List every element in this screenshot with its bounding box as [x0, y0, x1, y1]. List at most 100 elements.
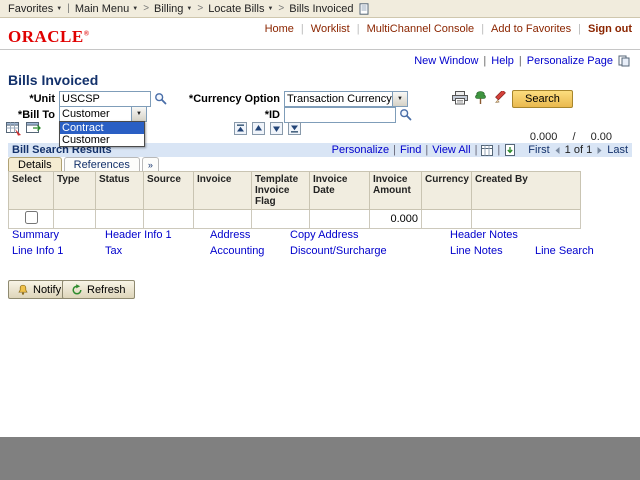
home-link[interactable]: Home	[265, 23, 294, 35]
add-to-favorites-link[interactable]: Add to Favorites	[491, 23, 571, 35]
help-link[interactable]: Help	[491, 55, 514, 67]
breadcrumb-bills-invoiced[interactable]: Bills Invoiced	[286, 3, 356, 15]
separator: |	[475, 144, 478, 156]
bills-invoiced-page: Favorites ▼ | Main Menu ▼ > Billing ▼ > …	[0, 0, 640, 437]
separator: |	[497, 144, 500, 156]
first-row-icon[interactable]	[234, 122, 247, 135]
currency-option-value: Transaction Currency	[285, 92, 392, 106]
breadcrumb-billing-label: Billing	[154, 3, 183, 15]
refresh-button[interactable]: Refresh	[62, 280, 135, 299]
page-content: *Unit *Currency Option Transaction Curre…	[0, 90, 640, 437]
tab-details[interactable]: Details	[8, 157, 62, 171]
multichannel-console-link[interactable]: MultiChannel Console	[367, 23, 475, 35]
accounting-link[interactable]: Accounting	[210, 245, 264, 257]
view-all-link[interactable]: View All	[432, 144, 470, 156]
column-header-currency: Currency	[422, 172, 472, 210]
notify-button[interactable]: Notify	[8, 280, 70, 299]
cell-source	[144, 210, 194, 229]
pager-first-link[interactable]: First	[528, 144, 549, 156]
page-title: Bills Invoiced	[0, 68, 640, 90]
cell-invoice-date	[310, 210, 370, 229]
cell-status	[96, 210, 144, 229]
plant-icon[interactable]	[474, 91, 487, 105]
tax-link[interactable]: Tax	[105, 245, 122, 257]
line-notes-link[interactable]: Line Notes	[450, 245, 503, 257]
dropdown-option-contract[interactable]: Contract	[60, 122, 144, 134]
unit-label: *Unit	[0, 93, 55, 105]
breadcrumb-locate-bills[interactable]: Locate Bills ▼	[205, 3, 276, 15]
row-select-checkbox[interactable]	[25, 211, 38, 224]
unit-input[interactable]	[59, 91, 151, 107]
id-lookup-icon[interactable]	[399, 108, 412, 121]
separator: >	[195, 3, 205, 14]
bill-to-select[interactable]: Customer ▼	[59, 106, 147, 122]
header-notes-link[interactable]: Header Notes	[450, 229, 518, 241]
last-row-icon[interactable]	[288, 122, 301, 135]
pager: First 1 of 1 Last	[528, 144, 628, 156]
signout-link[interactable]: Sign out	[588, 23, 632, 35]
column-header-status: Status	[96, 172, 144, 210]
printer-icon[interactable]	[452, 91, 468, 105]
bill-to-label: *Bill To	[0, 109, 55, 121]
next-page-icon[interactable]	[595, 146, 604, 155]
grid-settings-icon[interactable]	[6, 121, 22, 136]
summary-link[interactable]: Summary	[12, 229, 59, 241]
next-row-icon[interactable]	[270, 122, 283, 135]
chevron-down-icon: ▼	[132, 6, 138, 12]
line-info-1-link[interactable]: Line Info 1	[12, 245, 63, 257]
section-toolbar: Personalize | Find | View All | | First	[332, 144, 628, 156]
column-header-invoice: Invoice	[194, 172, 252, 210]
cell-currency	[422, 210, 472, 229]
currency-option-select[interactable]: Transaction Currency ▼	[284, 91, 408, 107]
oracle-header: ORACLE® Home | Worklist | MultiChannel C…	[0, 18, 640, 50]
id-input[interactable]	[284, 107, 396, 123]
line-search-link[interactable]: Line Search	[535, 245, 594, 257]
breadcrumb-main-menu-label: Main Menu	[75, 3, 129, 15]
currency-option-label: *Currency Option	[150, 93, 280, 105]
header-info-1-link[interactable]: Header Info 1	[105, 229, 172, 241]
browser-viewport: Favorites ▼ | Main Menu ▼ > Billing ▼ > …	[0, 0, 640, 480]
notify-label: Notify	[33, 284, 61, 296]
id-label: *ID	[200, 109, 280, 121]
address-link[interactable]: Address	[210, 229, 250, 241]
worklist-link[interactable]: Worklist	[311, 23, 350, 35]
separator: |	[483, 55, 486, 67]
personalize-link[interactable]: Personalize	[332, 144, 389, 156]
document-icon[interactable]	[359, 3, 370, 15]
discount-surcharge-link[interactable]: Discount/Surcharge	[290, 245, 387, 257]
copy-link-icon[interactable]	[618, 55, 630, 67]
cell-type	[54, 210, 96, 229]
separator: |	[425, 144, 428, 156]
chevron-down-icon: ▼	[56, 6, 62, 12]
chevron-down-icon: ▼	[267, 6, 273, 12]
copy-address-link[interactable]: Copy Address	[290, 229, 358, 241]
breadcrumb-favorites[interactable]: Favorites ▼	[5, 3, 65, 15]
pencil-icon[interactable]	[494, 91, 507, 104]
grid-header-row: Select Type Status Source Invoice Templa…	[9, 172, 581, 210]
new-window-link[interactable]: New Window	[414, 55, 478, 67]
show-all-columns-icon[interactable]: »	[142, 157, 159, 171]
breadcrumb-main-menu[interactable]: Main Menu ▼	[72, 3, 141, 15]
personalize-layout-icon[interactable]	[481, 145, 493, 156]
previous-page-icon[interactable]	[553, 146, 562, 155]
personalize-page-link[interactable]: Personalize Page	[527, 55, 613, 67]
tab-references[interactable]: References	[64, 157, 140, 171]
dropdown-option-customer[interactable]: Customer	[60, 134, 144, 146]
registered-mark: ®	[84, 29, 90, 37]
pager-last-link[interactable]: Last	[607, 144, 628, 156]
find-link[interactable]: Find	[400, 144, 421, 156]
previous-row-icon[interactable]	[252, 122, 265, 135]
download-to-excel-icon[interactable]	[504, 144, 516, 156]
breadcrumb-billing[interactable]: Billing ▼	[151, 3, 195, 15]
column-header-invoice-date: Invoice Date	[310, 172, 370, 210]
cell-created-by	[472, 210, 581, 229]
separator: >	[141, 3, 151, 14]
page-action-bar: New Window | Help | Personalize Page	[0, 50, 640, 68]
grid-export-icon[interactable]	[26, 121, 42, 136]
column-header-select: Select	[9, 172, 54, 210]
search-button[interactable]: Search	[512, 90, 573, 108]
refresh-label: Refresh	[87, 284, 126, 296]
result-tabs: Details References »	[8, 157, 159, 171]
separator: |	[301, 23, 304, 35]
bell-icon	[17, 284, 29, 296]
